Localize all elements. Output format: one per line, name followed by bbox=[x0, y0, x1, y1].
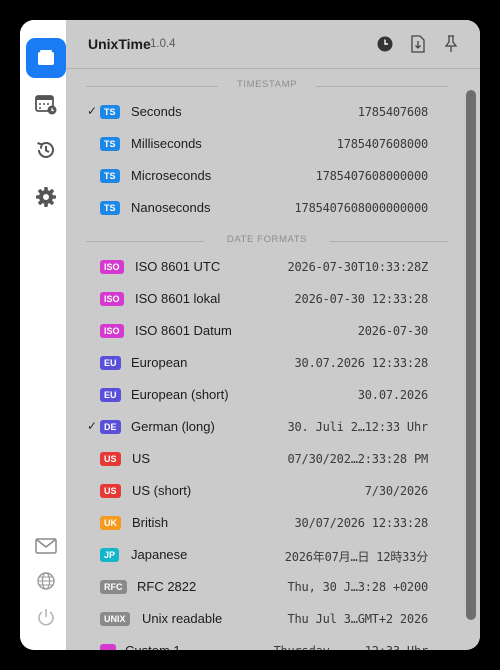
calendar-clock-icon[interactable] bbox=[26, 84, 66, 124]
list-item[interactable]: Custom 1 Thursday, …, 12:33 Uhr bbox=[66, 635, 460, 650]
format-badge: RFC bbox=[100, 580, 127, 594]
list-item[interactable]: US US 07/30/202…2:33:28 PM bbox=[66, 443, 460, 475]
list-item[interactable]: TS Nanoseconds 1785407608000000000 bbox=[66, 192, 460, 224]
list-item[interactable]: US US (short) 7/30/2026 bbox=[66, 475, 460, 507]
format-value: 07/30/202…2:33:28 PM bbox=[287, 452, 429, 466]
format-badge bbox=[100, 644, 116, 650]
list-item[interactable]: ✓ TS Seconds 1785407608 bbox=[66, 96, 460, 128]
format-value: 1785407608000 bbox=[336, 137, 429, 151]
format-badge: US bbox=[100, 452, 121, 466]
list-item[interactable]: ✓ DE German (long) 30. Juli 2…12:33 Uhr bbox=[66, 411, 460, 443]
format-badge: ISO bbox=[100, 292, 124, 306]
format-badge: JP bbox=[100, 548, 120, 562]
format-badge: TS bbox=[100, 137, 120, 151]
pin-icon[interactable] bbox=[442, 35, 460, 53]
format-badge: TS bbox=[100, 169, 120, 183]
format-value: 2026-07-30T10:33:28Z bbox=[287, 260, 429, 274]
format-label: European bbox=[131, 355, 188, 370]
format-value: 30. Juli 2…12:33 Uhr bbox=[287, 420, 429, 434]
format-value: 2026-07-30 bbox=[357, 324, 428, 338]
app-title: UnixTime bbox=[88, 36, 151, 52]
format-badge: UK bbox=[100, 516, 121, 530]
app-version: 1.0.4 bbox=[150, 38, 176, 50]
format-label: US bbox=[132, 451, 151, 466]
format-badge: UNIX bbox=[100, 612, 130, 626]
format-value: 30/07/2026 12:33:28 bbox=[294, 516, 429, 530]
list-item[interactable]: EU European 30.07.2026 12:33:28 bbox=[66, 347, 460, 379]
list-item[interactable]: ISO ISO 8601 UTC 2026-07-30T10:33:28Z bbox=[66, 251, 460, 283]
format-value: 2026年07月…日 12時33分 bbox=[284, 550, 428, 564]
format-list[interactable]: TIMESTAMP DATE FORMATS ✓ TS Seconds 1785407… bbox=[66, 69, 480, 650]
gear-icon[interactable] bbox=[26, 177, 66, 217]
format-value: 1785407608000000000 bbox=[294, 201, 429, 215]
format-badge: TS bbox=[100, 201, 120, 215]
format-label: RFC 2822 bbox=[137, 579, 197, 594]
header: UnixTime 1.0.4 bbox=[66, 20, 480, 69]
format-value: 1785407608 bbox=[357, 105, 428, 119]
format-label: Milliseconds bbox=[131, 136, 202, 151]
list-item[interactable]: EU European (short) 30.07.2026 bbox=[66, 379, 460, 411]
list-item[interactable]: ISO ISO 8601 lokal 2026-07-30 12:33:28 bbox=[66, 283, 460, 315]
main-panel: UnixTime 1.0.4 TIMESTAMP DATE FORMATS ✓ … bbox=[66, 20, 480, 650]
format-label: ISO 8601 Datum bbox=[135, 323, 232, 338]
format-label: German (long) bbox=[131, 419, 215, 434]
section-header-date-formats: DATE FORMATS bbox=[86, 234, 448, 248]
app-window-icon[interactable] bbox=[26, 38, 66, 78]
format-badge: ISO bbox=[100, 260, 124, 274]
format-badge: EU bbox=[100, 356, 121, 370]
format-badge: ISO bbox=[100, 324, 124, 338]
globe-icon[interactable] bbox=[26, 561, 66, 601]
power-icon[interactable] bbox=[26, 597, 66, 637]
format-badge: US bbox=[100, 484, 121, 498]
list-item[interactable]: ISO ISO 8601 Datum 2026-07-30 bbox=[66, 315, 460, 347]
checkmark-icon: ✓ bbox=[87, 419, 98, 433]
history-icon[interactable] bbox=[26, 130, 66, 170]
format-value: 1785407608000000 bbox=[315, 169, 429, 183]
format-value: Thursday, …, 12:33 Uhr bbox=[273, 644, 428, 650]
format-badge: DE bbox=[100, 420, 121, 434]
format-value: 2026-07-30 12:33:28 bbox=[294, 292, 429, 306]
list-item[interactable]: TS Milliseconds 1785407608000 bbox=[66, 128, 460, 160]
format-label: Microseconds bbox=[131, 168, 212, 183]
format-label: Custom 1 bbox=[125, 643, 181, 650]
list-item[interactable]: JP Japanese 2026年07月…日 12時33分 bbox=[66, 539, 460, 571]
format-label: Japanese bbox=[131, 547, 188, 562]
list-item[interactable]: RFC RFC 2822 Thu, 30 J…3:28 +0200 bbox=[66, 571, 460, 603]
download-file-icon[interactable] bbox=[409, 35, 427, 53]
clock-icon[interactable] bbox=[376, 35, 394, 53]
format-label: US (short) bbox=[132, 483, 192, 498]
format-label: British bbox=[132, 515, 169, 530]
mail-icon[interactable] bbox=[26, 526, 66, 566]
format-label: Unix readable bbox=[142, 611, 223, 626]
format-value: 7/30/2026 bbox=[364, 484, 428, 498]
format-label: ISO 8601 lokal bbox=[135, 291, 221, 306]
format-value: 30.07.2026 bbox=[357, 388, 428, 402]
format-label: Nanoseconds bbox=[131, 200, 211, 215]
app-window: UnixTime 1.0.4 TIMESTAMP DATE FORMATS ✓ … bbox=[20, 20, 480, 650]
format-label: ISO 8601 UTC bbox=[135, 259, 221, 274]
sidebar bbox=[20, 20, 66, 650]
section-header-timestamp: TIMESTAMP bbox=[86, 79, 448, 93]
scrollbar[interactable] bbox=[466, 90, 476, 620]
format-value: Thu, 30 J…3:28 +0200 bbox=[287, 580, 429, 594]
list-item[interactable]: UK British 30/07/2026 12:33:28 bbox=[66, 507, 460, 539]
list-item[interactable]: UNIX Unix readable Thu Jul 3…GMT+2 2026 bbox=[66, 603, 460, 635]
format-label: Seconds bbox=[131, 104, 182, 119]
checkmark-icon: ✓ bbox=[87, 104, 98, 118]
format-badge: EU bbox=[100, 388, 121, 402]
format-value: 30.07.2026 12:33:28 bbox=[294, 356, 429, 370]
format-label: European (short) bbox=[131, 387, 229, 402]
format-value: Thu Jul 3…GMT+2 2026 bbox=[287, 612, 429, 626]
format-badge: TS bbox=[100, 105, 120, 119]
list-item[interactable]: TS Microseconds 1785407608000000 bbox=[66, 160, 460, 192]
